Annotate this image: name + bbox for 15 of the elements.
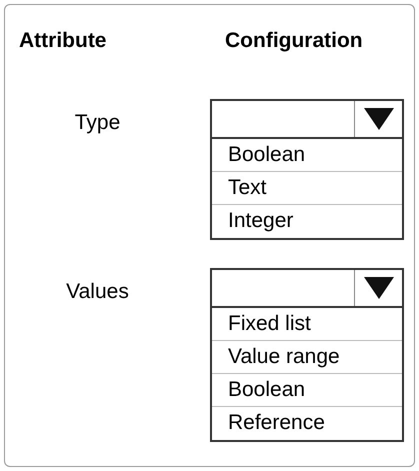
dropdown-option[interactable]: Value range xyxy=(212,340,402,374)
dropdown-option[interactable]: Boolean xyxy=(212,374,402,406)
column-header: Configuration xyxy=(225,28,363,54)
dropdown-option[interactable]: Fixed list xyxy=(212,308,402,340)
dropdown-option[interactable]: Integer xyxy=(212,204,402,238)
dropdown-option[interactable]: Boolean xyxy=(212,138,402,172)
attribute-label: Values xyxy=(66,278,129,304)
dropdown-option[interactable]: Reference xyxy=(212,406,402,440)
dropdown-option[interactable]: Text xyxy=(212,172,402,204)
caret-icon xyxy=(364,108,394,130)
column-header: Attribute xyxy=(18,28,108,54)
attribute-label: Type xyxy=(74,110,120,136)
dropdown-field[interactable] xyxy=(210,98,404,138)
caret-icon xyxy=(364,276,394,298)
dropdown-field[interactable] xyxy=(210,268,404,308)
